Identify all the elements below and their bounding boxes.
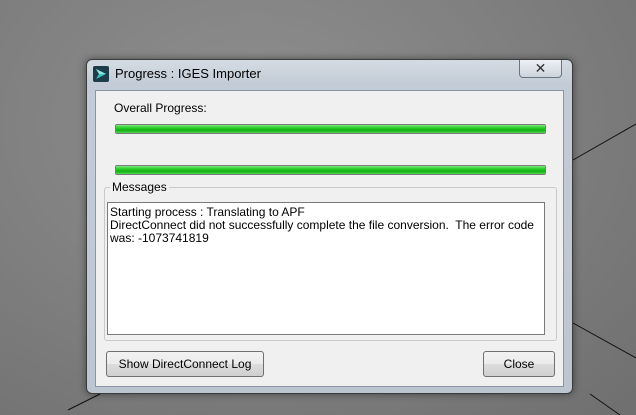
app-logo-icon bbox=[93, 66, 109, 82]
messages-log[interactable]: Starting process : Translating to APF Di… bbox=[107, 202, 545, 335]
message-line: DirectConnect did not successfully compl… bbox=[110, 218, 538, 245]
window-title: Progress : IGES Importer bbox=[115, 66, 261, 81]
secondary-progress-bar bbox=[115, 165, 546, 175]
window-close-button[interactable]: ✕ bbox=[519, 60, 562, 78]
overall-progress-bar bbox=[115, 124, 546, 134]
close-icon: ✕ bbox=[534, 60, 547, 77]
secondary-progress-fill bbox=[116, 166, 545, 174]
overall-progress-fill bbox=[116, 125, 545, 133]
messages-group-label: Messages bbox=[110, 180, 169, 194]
dialog-client-area: Overall Progress: Messages Starting proc… bbox=[95, 90, 564, 387]
overall-progress-label: Overall Progress: bbox=[114, 101, 207, 115]
close-button[interactable]: Close bbox=[483, 351, 555, 377]
show-directconnect-log-button[interactable]: Show DirectConnect Log bbox=[106, 351, 264, 377]
progress-dialog: Progress : IGES Importer ✕ Overall Progr… bbox=[86, 59, 573, 394]
title-bar[interactable]: Progress : IGES Importer ✕ bbox=[87, 60, 572, 87]
